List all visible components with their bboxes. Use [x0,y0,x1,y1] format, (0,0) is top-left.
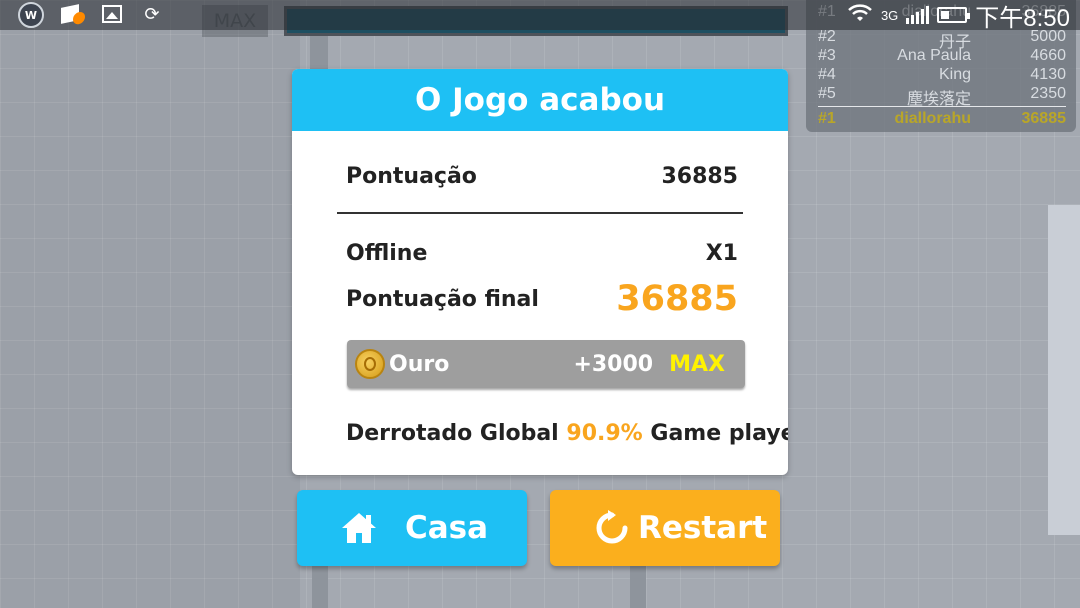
final-score-value: 36885 [616,279,738,319]
leaderboard-rank: #4 [818,66,836,83]
leaderboard-score: 36885 [1021,110,1067,127]
final-score-row: Pontuação final 36885 [346,279,738,319]
home-button-label: Casa [405,510,489,546]
signal-icon [906,6,930,24]
game-block [1048,205,1080,535]
leaderboard-score: 4660 [1030,47,1066,64]
global-defeat-text: Derrotado Global 90.9% Game players [346,421,788,446]
leaderboard-divider [818,106,1066,107]
gallery-icon [100,2,124,26]
gold-amount: +3000 [573,351,654,377]
defeat-suffix: Game players [650,421,788,446]
restart-button[interactable]: Restart [550,490,780,566]
mode-row: Offline X1 [346,241,738,266]
battery-icon [937,7,971,23]
multiplier-value: X1 [705,241,738,266]
wifi-icon [847,3,873,28]
game-wall [312,565,328,608]
defeat-prefix: Derrotado Global [346,421,559,446]
leaderboard-my-row: #1 diallorahu 36885 [818,110,1066,129]
leaderboard-rank: #3 [818,47,836,64]
leaderboard-score: 4130 [1030,66,1066,83]
score-value: 36885 [661,164,738,189]
leaderboard-row: #3 Ana Paula 4660 [818,47,1066,66]
score-row: Pontuação 36885 [346,164,738,189]
leaderboard-name: Ana Paula [897,47,971,64]
restart-button-label: Restart [638,510,768,546]
game-app-icon: W [18,2,44,28]
status-bar: W ⟳ 3G 下午8:50 [0,0,1080,32]
background-shade [0,0,300,608]
game-wall [630,565,646,608]
defeat-percent: 90.9% [566,421,643,446]
clock: 下午8:50 [975,4,1070,32]
sync-icon: ⟳ [144,3,160,25]
home-icon [342,513,376,543]
game-over-dialog: O Jogo acabou Pontuação 36885 Offline X1… [292,69,788,475]
leaderboard-row: #5 塵埃落定 2350 [818,85,1066,108]
dialog-title: O Jogo acabou [292,69,788,131]
score-label: Pontuação [346,164,477,189]
leaderboard-rank: #1 [818,110,836,127]
gold-max-badge: MAX [669,351,725,377]
divider [337,212,743,214]
leaderboard-name: King [938,66,971,83]
leaderboard-score: 2350 [1030,85,1066,102]
home-button[interactable]: Casa [297,490,527,566]
restart-icon [596,510,628,544]
leaderboard-name: diallorahu [894,110,971,127]
mode-label: Offline [346,241,428,266]
leaderboard-row: #4 King 4130 [818,66,1066,85]
gold-label: Ouro [389,351,450,377]
network-type: 3G [880,7,899,23]
final-score-label: Pontuação final [346,286,539,312]
gold-coin-icon [355,349,385,379]
leaderboard-rank: #2 [818,28,836,45]
gold-reward-bar: Ouro +3000 MAX [347,340,745,388]
cube-notify-icon [58,2,85,26]
leaderboard-rank: #5 [818,85,836,102]
